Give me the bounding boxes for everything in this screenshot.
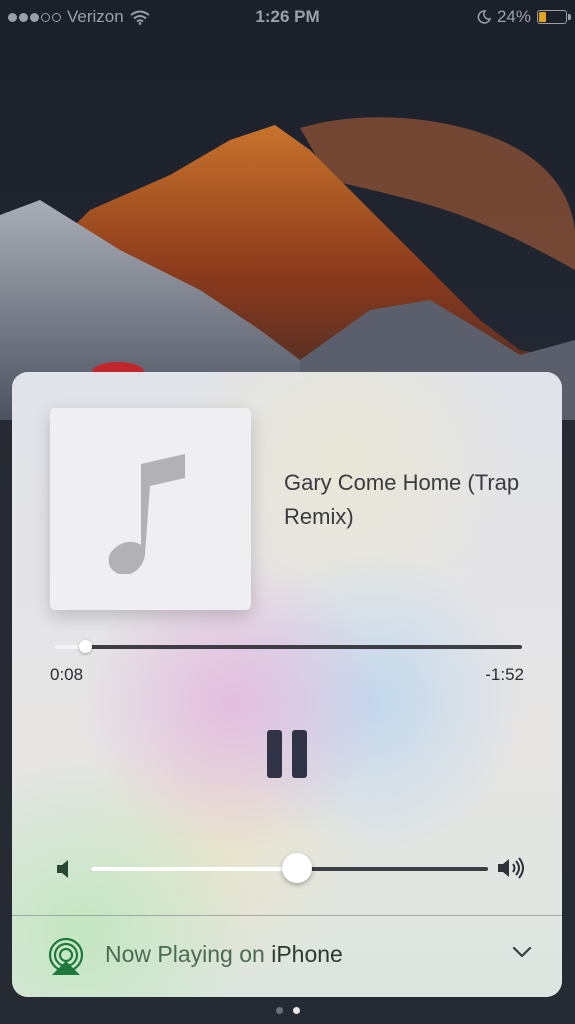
remaining-time: -1:52 bbox=[485, 665, 524, 684]
page-dot-2[interactable] bbox=[292, 1007, 300, 1014]
status-right: 24% bbox=[477, 7, 571, 27]
page-indicator[interactable] bbox=[0, 1007, 575, 1014]
volume-slider[interactable] bbox=[91, 853, 488, 883]
elapsed-time: 0:08 bbox=[50, 665, 84, 684]
pause-button[interactable] bbox=[267, 730, 307, 782]
album-artwork[interactable] bbox=[50, 408, 251, 610]
speaker-low-icon[interactable] bbox=[56, 859, 74, 879]
music-note-icon bbox=[108, 454, 185, 574]
do-not-disturb-icon bbox=[477, 10, 491, 24]
page-dot-1[interactable] bbox=[275, 1007, 283, 1014]
playback-scrubber[interactable] bbox=[54, 640, 522, 653]
battery-percent: 24% bbox=[496, 7, 531, 26]
airplay-device-name: iPhone bbox=[271, 941, 343, 967]
song-title: Gary Come Home (Trap Remix) bbox=[284, 470, 520, 529]
speaker-high-icon[interactable] bbox=[497, 856, 527, 880]
airplay-output-selector[interactable]: Now Playing on iPhone bbox=[12, 916, 562, 997]
status-bar: Verizon 1:26 PM 24% bbox=[0, 0, 575, 34]
airplay-icon bbox=[48, 937, 84, 975]
airplay-label-prefix: Now Playing on bbox=[105, 941, 265, 967]
battery-icon bbox=[537, 10, 571, 24]
now-playing-panel: Gary Come Home (Trap Remix) 0:08 -1:52 N… bbox=[12, 372, 562, 997]
pause-icon bbox=[267, 730, 282, 778]
chevron-down-icon[interactable] bbox=[512, 946, 532, 958]
airplay-label: Now Playing on iPhone bbox=[105, 941, 343, 968]
volume-fill bbox=[91, 867, 298, 871]
battery-level bbox=[539, 12, 546, 22]
